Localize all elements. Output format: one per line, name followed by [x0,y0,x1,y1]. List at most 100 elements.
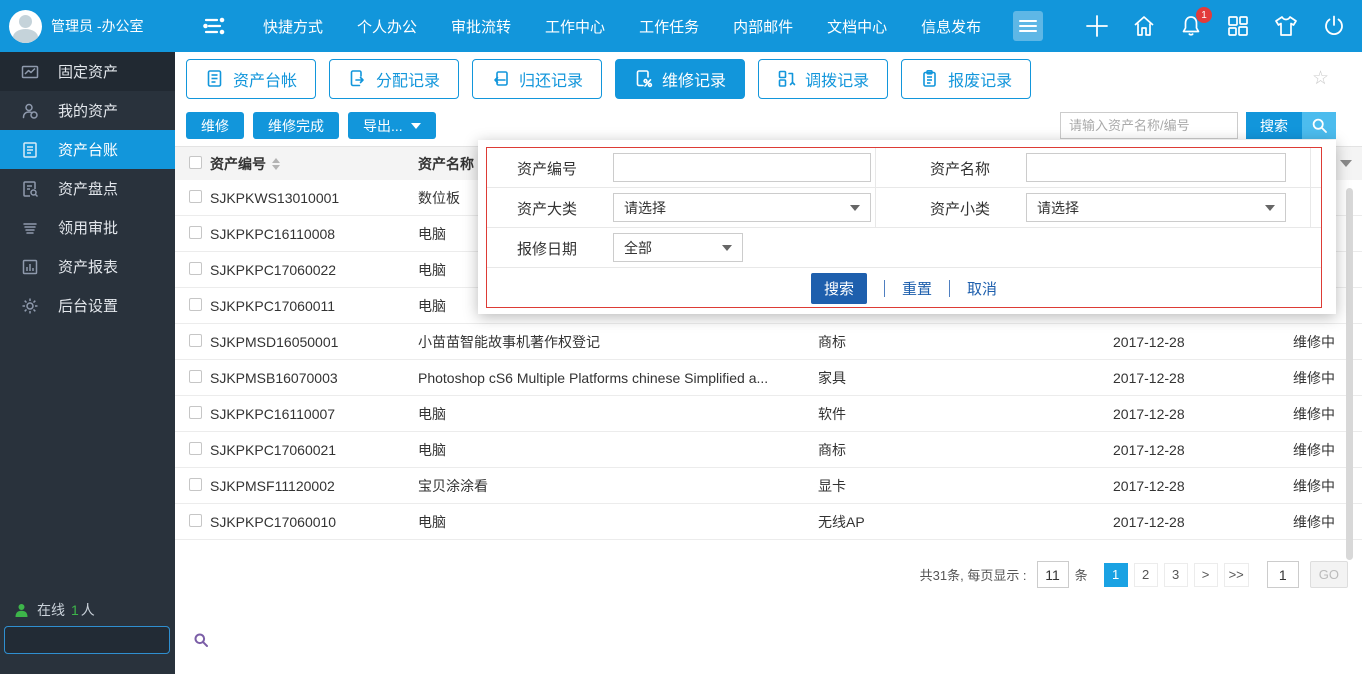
asset-name-label: 资产名称 [930,160,991,178]
table-scrollbar[interactable] [1346,188,1353,560]
page-button-1[interactable]: 1 [1103,562,1128,587]
page-button-3[interactable]: 3 [1163,562,1188,587]
advanced-search-popup: 资产编号 资产名称 资产大类 请选择 资产小类 请选择 报修日期 全部 搜索 重… [478,140,1336,314]
table-row[interactable]: SJKPMSD16050001 小苗苗智能故事机著作权登记 商标 2017-12… [175,324,1362,360]
doc-search-icon [21,180,39,198]
add-icon[interactable] [1085,14,1109,38]
theme-shirt-icon[interactable] [1273,14,1299,38]
subcategory-label: 资产小类 [930,200,991,218]
topnav-item[interactable]: 文档中心 [827,16,887,37]
search-button-label: 搜索 [1246,112,1302,139]
nav-collapse-icon[interactable] [203,16,227,36]
goto-page-input[interactable] [1266,561,1299,588]
row-checkbox[interactable] [189,189,202,203]
tab-asset-ledger[interactable]: 资产台帐 [186,58,317,99]
page-size-unit: 条 [1074,568,1088,583]
row-checkbox[interactable] [189,333,202,347]
sidebar: 固定资产 我的资产 资产台账 资产盘点 领用审批 资产报表 后台设置 在线 1 … [0,52,208,674]
user-area[interactable]: 管理员 -办公室 [0,9,175,43]
last-page-button[interactable]: >> [1223,562,1249,587]
row-checkbox[interactable] [189,297,202,311]
avatar[interactable] [9,9,42,43]
topnav-item[interactable]: 审批流转 [451,16,511,37]
tab-assign-records[interactable]: 分配记录 [329,58,460,99]
row-checkbox[interactable] [189,513,202,527]
user-icon [21,102,39,120]
sidebar-item-label: 资产盘点 [58,181,119,198]
sidebar-search-box [4,626,208,654]
asset-name-cell: 电脑 [418,261,446,278]
row-checkbox[interactable] [189,405,202,419]
repair-date-select[interactable]: 全部 [613,233,743,262]
topnav-item[interactable]: 工作中心 [545,16,605,37]
topnav-item[interactable]: 信息发布 [921,16,981,37]
search-icon [1302,112,1336,139]
sidebar-search-input[interactable] [5,632,193,648]
row-checkbox[interactable] [189,441,202,455]
tab-repair-records[interactable]: 维修记录 [615,58,746,99]
sidebar-item-approval[interactable]: 领用审批 [0,208,175,247]
sidebar-item-fixed-assets[interactable]: 固定资产 [0,52,175,91]
sidebar-search-icon[interactable] [193,632,209,648]
tab-return-records[interactable]: 归还记录 [472,58,603,99]
export-button[interactable]: 导出... [348,112,436,139]
tab-transfer-records[interactable]: 调拨记录 [758,58,889,99]
sidebar-item-my-assets[interactable]: 我的资产 [0,91,175,130]
table-row[interactable]: SJKPKPC17060021 电脑 商标 2017-12-28 维修中 [175,432,1362,468]
asset-search-input[interactable] [1060,112,1238,139]
next-page-button[interactable]: > [1193,562,1218,587]
repair-button[interactable]: 维修 [186,112,244,139]
search-button[interactable]: 搜索 [1246,112,1336,139]
notifications-bell-icon[interactable]: 1 [1179,7,1212,38]
page-button-2[interactable]: 2 [1133,562,1158,587]
table-row[interactable]: SJKPKPC17060010 电脑 无线AP 2017-12-28 维修中 [175,504,1362,540]
sidebar-item-settings[interactable]: 后台设置 [0,286,175,325]
asset-category-cell: 商标 [818,333,846,350]
favorite-star-icon[interactable]: ☆ [1312,69,1329,88]
popup-search-button[interactable]: 搜索 [810,272,867,304]
chevron-down-icon [722,244,732,251]
topnav-item[interactable]: 个人办公 [357,16,417,37]
more-menu-button[interactable] [1013,11,1044,41]
asset-category-cell: 商标 [818,441,846,458]
popup-cancel-button[interactable]: 取消 [967,278,997,299]
sidebar-item-asset-inventory[interactable]: 资产盘点 [0,169,175,208]
subcategory-select[interactable]: 请选择 [1026,193,1286,222]
column-settings-caret-icon[interactable] [1340,160,1352,167]
chevron-down-icon [850,204,860,211]
category-select[interactable]: 请选择 [613,193,871,222]
online-unit: 人 [80,602,95,618]
topnav-item[interactable]: 内部邮件 [733,16,793,37]
power-logout-icon[interactable] [1322,14,1346,38]
sidebar-item-asset-report[interactable]: 资产报表 [0,247,175,286]
repair-done-button[interactable]: 维修完成 [253,112,339,139]
go-button[interactable]: GO [1309,561,1348,588]
topnav-item[interactable]: 快捷方式 [263,16,323,37]
sidebar-item-label: 后台设置 [58,298,119,315]
sidebar-item-asset-ledger[interactable]: 资产台账 [0,130,175,169]
popup-asset-name-input[interactable] [1026,153,1286,182]
sidebar-item-label: 资产报表 [58,259,119,276]
topnav-item[interactable]: 工作任务 [639,16,699,37]
popup-reset-button[interactable]: 重置 [902,278,932,299]
row-checkbox[interactable] [189,225,202,239]
row-checkbox[interactable] [189,261,202,275]
home-icon[interactable] [1132,14,1156,38]
approval-list-icon [21,219,39,237]
tab-scrap-records[interactable]: 报废记录 [901,58,1032,99]
table-row[interactable]: SJKPKPC16110007 电脑 软件 2017-12-28 维修中 [175,396,1362,432]
select-all-checkbox[interactable] [189,155,202,169]
table-row[interactable]: SJKPMSB16070003 Photoshop cS6 Multiple P… [175,360,1362,396]
sidebar-item-label: 我的资产 [58,103,119,120]
table-row[interactable]: SJKPMSF11120002 宝贝涂涂看 显卡 2017-12-28 维修中 [175,468,1362,504]
apps-grid-icon[interactable] [1226,14,1250,38]
topbar-icons: 1 [1085,7,1346,38]
gear-icon [21,297,39,315]
popup-asset-code-input[interactable] [613,153,871,182]
row-checkbox[interactable] [189,369,202,383]
row-checkbox[interactable] [189,477,202,491]
page-size-input[interactable] [1036,561,1069,588]
tab-label: 归还记录 [519,72,584,90]
sort-icon[interactable] [272,157,280,170]
chevron-down-icon [410,122,421,129]
